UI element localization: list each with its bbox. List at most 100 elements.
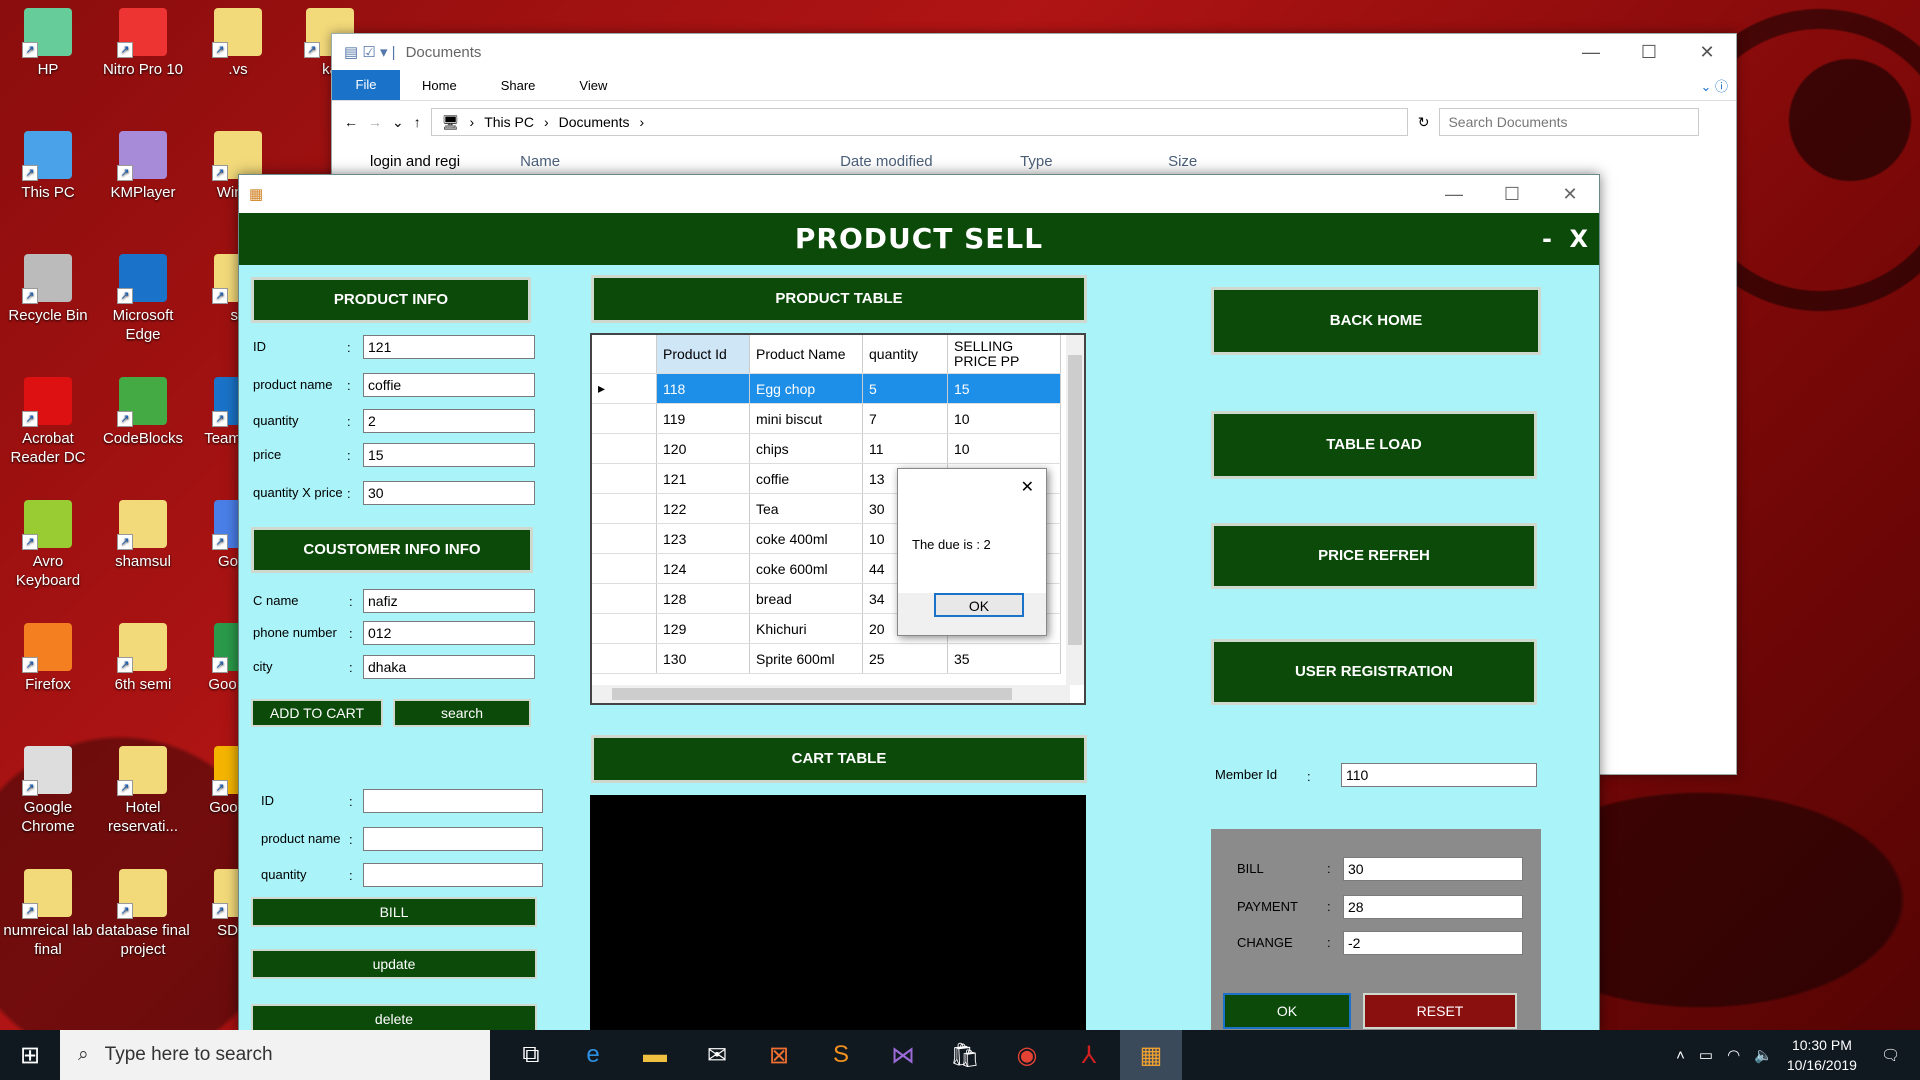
- product-table-button[interactable]: PRODUCT TABLE: [591, 275, 1087, 323]
- chevron-down-icon[interactable]: ⌄: [392, 114, 404, 131]
- desktop-icon-vs-folder[interactable]: ↗ .vs: [190, 8, 286, 79]
- task-view-icon[interactable]: ⧉: [500, 1030, 562, 1080]
- table-cell[interactable]: 124: [656, 553, 750, 584]
- table-horizontal-scrollbar[interactable]: [592, 685, 1070, 703]
- ok-button[interactable]: OK: [1223, 993, 1351, 1029]
- address-bar[interactable]: 🖥 › This PC › Documents ›: [430, 108, 1408, 136]
- tab-file[interactable]: File: [332, 70, 400, 100]
- table-cell[interactable]: 128: [656, 583, 750, 614]
- header-minimize-button[interactable]: -: [1542, 213, 1553, 265]
- table-cell[interactable]: coke 400ml: [749, 523, 863, 554]
- add-to-cart-button[interactable]: ADD TO CART: [251, 699, 383, 727]
- member-id-field[interactable]: 110: [1341, 763, 1537, 787]
- cart-table-button[interactable]: CART TABLE: [591, 735, 1087, 783]
- table-cell[interactable]: 15: [947, 373, 1061, 404]
- edge-icon[interactable]: e: [562, 1030, 624, 1080]
- desktop-icon-avro[interactable]: ↗ Avro Keyboard: [0, 500, 96, 590]
- table-cell[interactable]: Tea: [749, 493, 863, 524]
- table-cell[interactable]: 121: [656, 463, 750, 494]
- delete-button[interactable]: delete: [251, 1004, 537, 1031]
- table-cell[interactable]: 118: [656, 373, 750, 404]
- table-cell[interactable]: Khichuri: [749, 613, 863, 644]
- product-field-2[interactable]: 2: [363, 409, 535, 433]
- table-cell[interactable]: 35: [947, 643, 1061, 674]
- payment-field[interactable]: 28: [1343, 895, 1523, 919]
- table-load-button[interactable]: TABLE LOAD: [1211, 411, 1537, 479]
- desktop-icon-nitro[interactable]: ↗ Nitro Pro 10: [95, 8, 191, 79]
- cart-field-0[interactable]: [363, 789, 543, 813]
- quick-access-toolbar-icon[interactable]: ▤ ☑ ▾ |: [344, 43, 396, 61]
- back-home-button[interactable]: BACK HOME: [1211, 287, 1541, 355]
- product-field-0[interactable]: 121: [363, 335, 535, 359]
- table-cell[interactable]: coffie: [749, 463, 863, 494]
- desktop-icon-numerical-lab[interactable]: ↗ numreical lab final: [0, 869, 96, 959]
- table-cell[interactable]: 11: [862, 433, 948, 464]
- back-arrow-icon[interactable]: ←: [344, 114, 358, 130]
- table-cell[interactable]: Sprite 600ml: [749, 643, 863, 674]
- bill-field[interactable]: 30: [1343, 857, 1523, 881]
- forward-arrow-icon[interactable]: →: [368, 114, 382, 130]
- app-taskbar-icon[interactable]: ▦: [1120, 1030, 1182, 1080]
- desktop-icon-edge[interactable]: ↗ Microsoft Edge: [95, 254, 191, 344]
- row-header[interactable]: [592, 493, 657, 524]
- table-vertical-scrollbar[interactable]: [1066, 335, 1084, 685]
- close-icon[interactable]: ✕: [1021, 477, 1034, 497]
- product-info-button[interactable]: PRODUCT INFO: [251, 277, 531, 323]
- price-refresh-button[interactable]: PRICE REFREH: [1211, 523, 1537, 589]
- windows-start-icon[interactable]: ⊞: [0, 1030, 60, 1080]
- table-cell[interactable]: 10: [947, 403, 1061, 434]
- breadcrumb-this-pc[interactable]: This PC: [484, 114, 534, 130]
- table-cell[interactable]: 129: [656, 613, 750, 644]
- breadcrumb-documents[interactable]: Documents: [559, 114, 630, 130]
- table-cell[interactable]: 130: [656, 643, 750, 674]
- desktop-icon-codeblocks[interactable]: ↗ CodeBlocks: [95, 377, 191, 448]
- taskbar-search-box[interactable]: ⌕ Type here to search: [60, 1030, 490, 1080]
- table-row[interactable]: 119 mini biscut 7 10: [592, 403, 1061, 434]
- cart-table[interactable]: [590, 795, 1086, 1031]
- maximize-icon[interactable]: ☐: [1620, 42, 1678, 63]
- nav-item-login[interactable]: login and regi: [370, 153, 460, 170]
- table-cell[interactable]: 7: [862, 403, 948, 434]
- sublime-icon[interactable]: S: [810, 1030, 872, 1080]
- desktop-icon-chrome[interactable]: ↗ Google Chrome: [0, 746, 96, 836]
- column-date-modified[interactable]: Date modified: [840, 153, 1020, 170]
- product-field-1[interactable]: coffie: [363, 373, 535, 397]
- row-header[interactable]: ▸: [592, 373, 657, 404]
- row-header[interactable]: [592, 583, 657, 614]
- desktop-icon-shamsul[interactable]: ↗ shamsul: [95, 500, 191, 571]
- table-cell[interactable]: Egg chop: [749, 373, 863, 404]
- column-selling-price[interactable]: SELLING PRICE PP: [947, 335, 1061, 374]
- minimize-icon[interactable]: —: [1425, 184, 1483, 205]
- battery-icon[interactable]: ▭: [1699, 1046, 1713, 1064]
- reset-button[interactable]: RESET: [1363, 993, 1517, 1029]
- desktop-icon-database-project[interactable]: ↗ database final project: [95, 869, 191, 959]
- search-button[interactable]: search: [393, 699, 531, 727]
- desktop-icon-acrobat[interactable]: ↗ Acrobat Reader DC: [0, 377, 96, 467]
- table-cell[interactable]: 122: [656, 493, 750, 524]
- change-field[interactable]: -2: [1343, 931, 1523, 955]
- customer-field-0[interactable]: nafiz: [363, 589, 535, 613]
- table-cell[interactable]: bread: [749, 583, 863, 614]
- table-row[interactable]: ▸ 118 Egg chop 5 15: [592, 373, 1061, 404]
- acrobat-icon[interactable]: ⅄: [1058, 1030, 1120, 1080]
- chevron-up-icon[interactable]: ˄: [1676, 1047, 1685, 1064]
- desktop-icon-kmplayer[interactable]: ↗ KMPlayer: [95, 131, 191, 202]
- column-product-id[interactable]: Product Id: [656, 335, 750, 374]
- header-close-button[interactable]: X: [1569, 213, 1589, 265]
- table-cell[interactable]: coke 600ml: [749, 553, 863, 584]
- cart-field-1[interactable]: [363, 827, 543, 851]
- table-row[interactable]: 130 Sprite 600ml 25 35: [592, 643, 1061, 674]
- dialog-ok-button[interactable]: OK: [934, 593, 1024, 617]
- table-cell[interactable]: 10: [947, 433, 1061, 464]
- column-type[interactable]: Type: [1020, 153, 1168, 170]
- row-header[interactable]: [592, 553, 657, 584]
- visual-studio-icon[interactable]: ⋈: [872, 1030, 934, 1080]
- table-cell[interactable]: 119: [656, 403, 750, 434]
- column-product-name[interactable]: Product Name: [749, 335, 863, 374]
- desktop-icon-6th-semi[interactable]: ↗ 6th semi: [95, 623, 191, 694]
- customer-field-2[interactable]: dhaka: [363, 655, 535, 679]
- row-header[interactable]: [592, 463, 657, 494]
- product-field-4[interactable]: 30: [363, 481, 535, 505]
- maximize-icon[interactable]: ☐: [1483, 184, 1541, 205]
- desktop-icon-recycle-bin[interactable]: ↗ Recycle Bin: [0, 254, 96, 325]
